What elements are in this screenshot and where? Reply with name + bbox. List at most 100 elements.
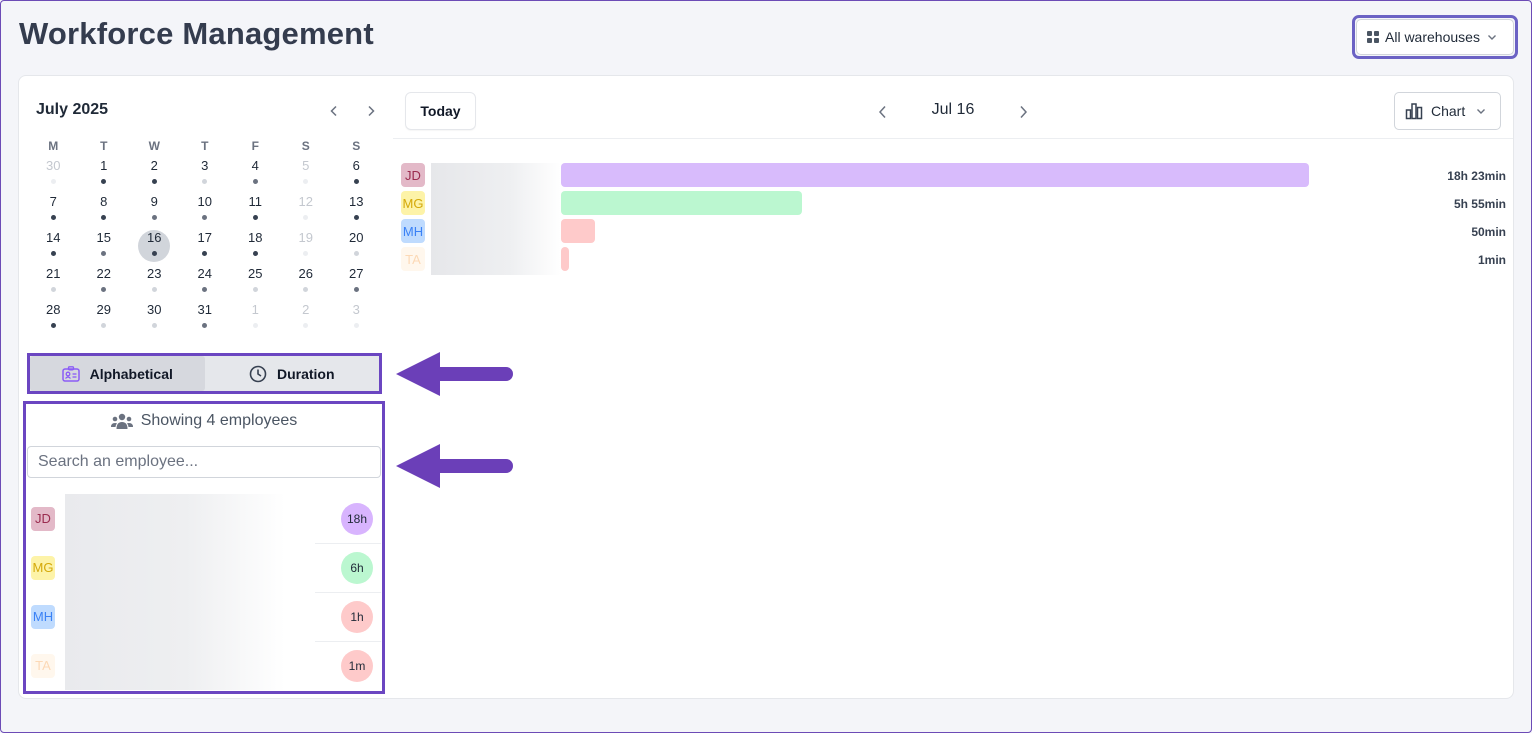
date-prev-button[interactable] xyxy=(869,98,897,126)
calendar-day[interactable]: 12 xyxy=(281,192,332,228)
calendar-day[interactable]: 21 xyxy=(28,264,79,300)
calendar-day-number: 8 xyxy=(100,193,108,209)
sort-alphabetical-button[interactable]: Alphabetical xyxy=(30,356,205,391)
calendar-day-number: 3 xyxy=(352,301,360,317)
avatar: JD xyxy=(401,163,425,187)
calendar-day[interactable]: 19 xyxy=(281,228,332,264)
activity-dot xyxy=(353,250,359,256)
sort-duration-button[interactable]: Duration xyxy=(205,356,380,391)
weekday-label: T xyxy=(100,139,108,153)
calendar-day[interactable]: 29 xyxy=(79,300,130,336)
duration-bar[interactable] xyxy=(561,247,569,271)
calendar-day[interactable]: 7 xyxy=(28,192,79,228)
calendar-day-number: 17 xyxy=(197,229,212,245)
duration-bar[interactable] xyxy=(561,191,802,215)
today-button[interactable]: Today xyxy=(405,92,476,130)
calendar-day[interactable]: 13 xyxy=(331,192,382,228)
calendar-day[interactable]: 22 xyxy=(79,264,130,300)
calendar-week-row: 21 22 23 24 25 26 27 xyxy=(28,264,382,300)
calendar-week-row: 30 1 2 3 4 5 6 xyxy=(28,156,382,192)
calendar-day-number: 27 xyxy=(349,265,364,281)
activity-dot xyxy=(353,178,359,184)
calendar-day[interactable]: 26 xyxy=(281,264,332,300)
sort-alphabetical-label: Alphabetical xyxy=(89,365,173,382)
calendar-day-number: 15 xyxy=(96,229,111,245)
calendar-day-number: 23 xyxy=(147,265,162,281)
chart-row: TA 1min xyxy=(401,247,1506,275)
activity-dot xyxy=(101,250,107,256)
calendar-day[interactable]: 1 xyxy=(230,300,281,336)
calendar-day[interactable]: 2 xyxy=(281,300,332,336)
activity-dot xyxy=(50,286,56,292)
activity-dot xyxy=(303,250,309,256)
calendar-day[interactable]: 6 xyxy=(331,156,382,192)
calendar-day[interactable]: 17 xyxy=(180,228,231,264)
annotation-arrow-icon xyxy=(396,352,513,396)
calendar-day[interactable]: 14 xyxy=(28,228,79,264)
activity-dot xyxy=(151,178,157,184)
warehouse-select[interactable]: All warehouses xyxy=(1356,19,1514,55)
calendar-day[interactable]: 27 xyxy=(331,264,382,300)
annotation-arrow-icon xyxy=(396,444,513,488)
calendar-day[interactable]: 28 xyxy=(28,300,79,336)
calendar-day[interactable]: 18 xyxy=(230,228,281,264)
employee-name-redacted xyxy=(431,191,561,219)
employee-list-item[interactable]: MG 6h xyxy=(27,543,381,592)
calendar-day[interactable]: 8 xyxy=(79,192,130,228)
calendar-day[interactable]: 31 xyxy=(180,300,231,336)
chevron-left-icon xyxy=(878,105,886,119)
employee-list-item[interactable]: JD 18h xyxy=(27,494,381,543)
activity-dot xyxy=(151,214,157,220)
calendar-day[interactable]: 30 xyxy=(28,156,79,192)
calendar-week-row: 14 15 16 17 18 19 20 xyxy=(28,228,382,264)
view-select-button[interactable]: Chart xyxy=(1394,92,1501,130)
calendar-day[interactable]: 1 xyxy=(79,156,130,192)
calendar-day-number: 22 xyxy=(96,265,111,281)
activity-dot xyxy=(202,178,208,184)
chevron-right-icon xyxy=(368,105,375,117)
calendar-day[interactable]: 15 xyxy=(79,228,130,264)
calendar-day[interactable]: 3 xyxy=(180,156,231,192)
chevron-right-icon xyxy=(1020,105,1028,119)
date-next-button[interactable] xyxy=(1009,98,1037,126)
employee-list-item[interactable]: MH 1h xyxy=(27,592,381,641)
employee-list-item[interactable]: TA 1m xyxy=(27,641,381,690)
employee-list: JD 18h MG 6h MH 1h TA 1m xyxy=(27,494,381,690)
employee-name-redacted xyxy=(65,641,285,690)
employee-name-redacted xyxy=(65,592,285,641)
avatar: TA xyxy=(31,653,55,678)
calendar-day[interactable]: 11 xyxy=(230,192,281,228)
calendar-day-number: 11 xyxy=(248,193,263,209)
duration-bar[interactable] xyxy=(561,163,1309,187)
calendar-prev-button[interactable] xyxy=(324,100,344,122)
calendar-day[interactable]: 9 xyxy=(129,192,180,228)
calendar-day[interactable]: 2 xyxy=(129,156,180,192)
calendar-day[interactable]: 25 xyxy=(230,264,281,300)
calendar-day[interactable]: 10 xyxy=(180,192,231,228)
calendar-day[interactable]: 20 xyxy=(331,228,382,264)
calendar-day-selected[interactable]: 16 xyxy=(129,228,180,264)
calendar-day-number: 19 xyxy=(298,229,313,245)
calendar-week-row: 28 29 30 31 1 2 3 xyxy=(28,300,382,336)
activity-dot xyxy=(50,178,56,184)
activity-dot xyxy=(50,322,56,328)
activity-dot xyxy=(303,178,309,184)
chart-row: JD 18h 23min xyxy=(401,163,1506,191)
calendar-next-button[interactable] xyxy=(361,100,381,122)
calendar-day[interactable]: 5 xyxy=(281,156,332,192)
duration-bar[interactable] xyxy=(561,219,595,243)
calendar-day[interactable]: 23 xyxy=(129,264,180,300)
calendar-grid: MTWTFSS 30 1 2 3 4 5 6 7 8 9 10 11 12 13 14 15 16 17 18 19 2… xyxy=(28,136,382,336)
employee-search-input[interactable] xyxy=(27,446,381,478)
weekday-label: F xyxy=(251,139,259,153)
calendar-day[interactable]: 30 xyxy=(129,300,180,336)
calendar-day[interactable]: 24 xyxy=(180,264,231,300)
calendar-day[interactable]: 4 xyxy=(230,156,281,192)
calendar-day[interactable]: 3 xyxy=(331,300,382,336)
calendar-day-number: 20 xyxy=(349,229,364,245)
activity-dot xyxy=(101,178,107,184)
hours-badge: 1m xyxy=(341,649,373,682)
hours-badge: 6h xyxy=(341,551,373,584)
calendar-day-number: 4 xyxy=(251,157,259,173)
calendar-day-number: 24 xyxy=(197,265,212,281)
